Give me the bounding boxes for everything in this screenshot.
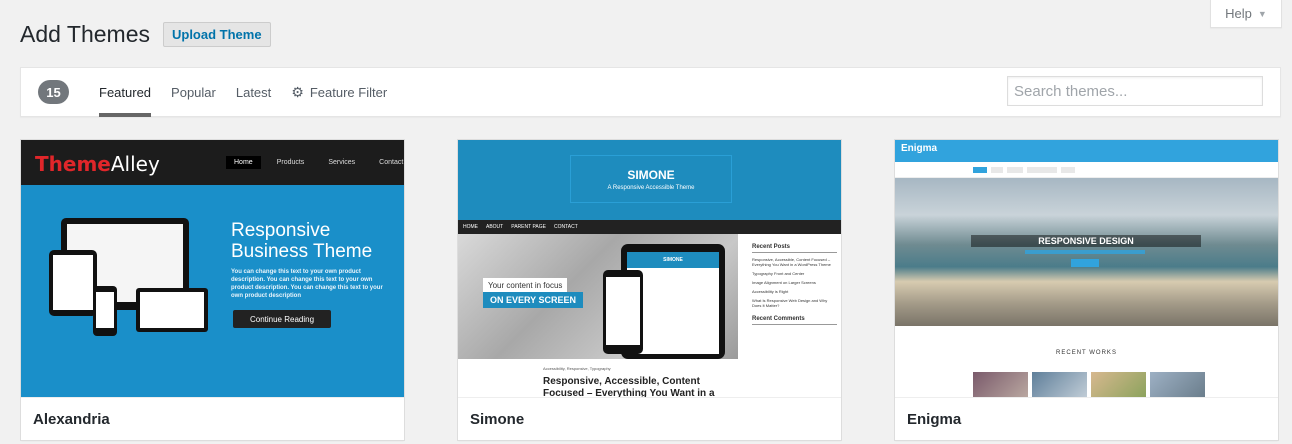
tab-latest[interactable]: Latest — [236, 68, 271, 117]
page-title: Add Themes — [20, 21, 150, 47]
preview-every-screen: ON EVERY SCREEN — [483, 292, 584, 308]
upload-theme-button[interactable]: Upload Theme — [162, 22, 271, 47]
preview-banner-button — [1071, 259, 1099, 267]
page-header: Add Themes Upload Theme — [20, 20, 271, 49]
filter-tabs: Featured Popular Latest ⚙ Feature Filter — [99, 68, 407, 117]
filter-bar: 15 Featured Popular Latest ⚙ Feature Fil… — [20, 67, 1281, 117]
theme-card-enigma[interactable]: Enigma RESPONSIVE DESIGN RECENT WORKS En… — [894, 139, 1279, 441]
theme-card-alexandria[interactable]: ThemeAlley Home Products Services Contac… — [20, 139, 405, 441]
preview-header: ThemeAlley Home Products Services Contac… — [21, 140, 404, 185]
laptop-device-image — [136, 288, 208, 332]
tab-label: Popular — [171, 85, 216, 100]
preview-hero-title: Responsive Business Theme — [231, 220, 373, 262]
preview-nav: Home Products Services Contact — [226, 156, 404, 169]
preview-sidebar: Recent Posts Responsive, Accessible, Con… — [752, 244, 837, 329]
preview-recent-works: RECENT WORKS — [1056, 350, 1117, 356]
preview-banner: RESPONSIVE DESIGN — [971, 235, 1201, 247]
tab-label: Feature Filter — [309, 85, 388, 100]
preview-nav — [895, 162, 1278, 178]
theme-screenshot[interactable]: Enigma RESPONSIVE DESIGN RECENT WORKS — [895, 140, 1278, 397]
phone-device-image — [603, 270, 643, 354]
preview-banner-subtitle — [1025, 250, 1145, 254]
theme-screenshot[interactable]: SIMONE A Responsive Accessible Theme HOM… — [458, 140, 841, 397]
theme-name: Simone — [458, 397, 841, 440]
preview-menu: HOME ABOUT PARENT PAGE CONTACT — [458, 220, 841, 234]
preview-hero-text: You can change this text to your own pro… — [231, 269, 383, 299]
preview-logo: ThemeAlley — [35, 152, 160, 176]
phone-device-image — [93, 286, 117, 336]
theme-name: Enigma — [895, 397, 1278, 440]
tab-popular[interactable]: Popular — [171, 68, 216, 117]
caret-down-icon: ▼ — [1257, 8, 1267, 19]
theme-name: Alexandria — [21, 397, 404, 440]
preview-header: SIMONE A Responsive Accessible Theme — [458, 140, 841, 220]
help-tab[interactable]: Help ▼ — [1210, 0, 1282, 28]
help-label: Help — [1225, 6, 1252, 21]
tab-feature-filter[interactable]: ⚙ Feature Filter — [291, 68, 387, 117]
preview-site-title: SIMONE A Responsive Accessible Theme — [570, 155, 732, 203]
tablet-device-image — [49, 250, 97, 316]
theme-screenshot[interactable]: ThemeAlley Home Products Services Contac… — [21, 140, 404, 397]
theme-card-simone[interactable]: SIMONE A Responsive Accessible Theme HOM… — [457, 139, 842, 441]
preview-tags: Accessibility, Responsive, Typography — [543, 366, 611, 371]
tab-label: Latest — [235, 85, 272, 100]
search-input[interactable] — [1007, 76, 1263, 106]
preview-continue-button: Continue Reading — [233, 310, 331, 328]
tab-label: Featured — [99, 85, 152, 100]
gear-icon: ⚙ — [291, 84, 304, 100]
theme-count-badge: 15 — [38, 80, 69, 104]
preview-focus-text: Your content in focus — [483, 278, 568, 293]
themes-grid: ThemeAlley Home Products Services Contac… — [20, 139, 1281, 444]
preview-header: Enigma — [895, 140, 1278, 162]
tab-featured[interactable]: Featured — [99, 68, 152, 117]
preview-thumbnails — [973, 372, 1205, 397]
preview-post-title: Responsive, Accessible, Content Focused … — [543, 376, 715, 397]
